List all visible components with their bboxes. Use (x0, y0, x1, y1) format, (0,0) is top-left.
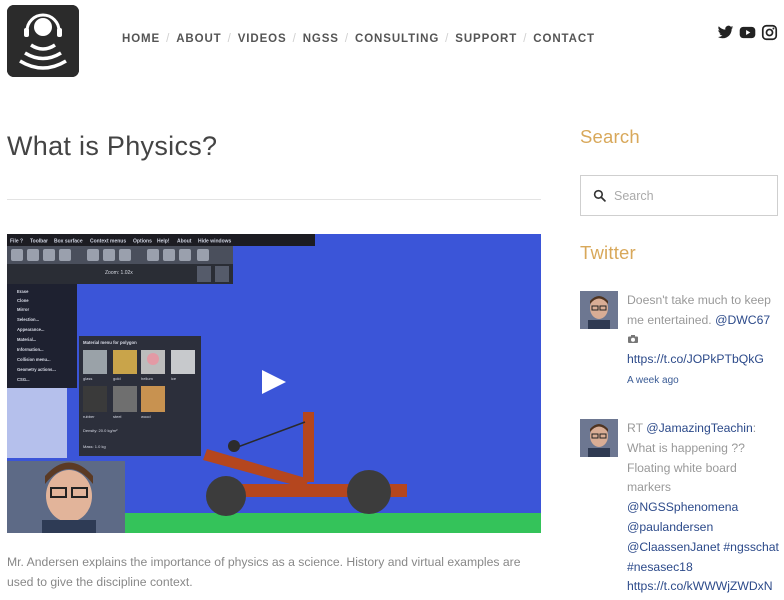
video-ctx-material: Material... (17, 337, 36, 342)
video-mass-readout: Mass: 1.0 kg (83, 444, 106, 449)
tweet-retweet-prefix: RT (627, 421, 647, 435)
video-density-readout: Density: 20.0 kg/m² (83, 428, 118, 433)
nav-ngss[interactable]: NGSS (303, 33, 339, 45)
search-icon (593, 189, 606, 202)
instagram-icon[interactable] (761, 24, 778, 41)
tweet-mention[interactable]: @paulandersen (627, 520, 713, 534)
avatar[interactable] (580, 419, 618, 457)
video-caption: Mr. Andersen explains the importance of … (7, 555, 521, 589)
video-swatch-ice: ice (171, 376, 177, 381)
nav-separator: / (227, 33, 232, 45)
video-menu-context: Context menus (90, 239, 126, 245)
video-thumbnail: File ? Toolbar Box surface Context menus… (7, 234, 541, 533)
nav-separator: / (292, 33, 297, 45)
avatar[interactable] (580, 291, 618, 329)
tweet-mention[interactable]: @JamazingTeachin (646, 421, 753, 435)
tweet-mention[interactable]: @ClaassenJanet (627, 540, 720, 554)
video-swatch-wood: wood (141, 414, 151, 419)
tweet-link[interactable]: https://t.co/JOPkPTbQkG (627, 352, 764, 366)
tweet-body: Doesn't take much to keep me entertained… (627, 291, 784, 391)
video-menu-toolbar: Toolbar (30, 239, 48, 245)
nav-consulting[interactable]: CONSULTING (355, 33, 439, 45)
video-ctx-collision: Collision menu... (17, 357, 51, 362)
tweet-hashtag[interactable]: #ngsschat (723, 540, 779, 554)
video-swatch-gold: gold (113, 376, 121, 381)
nav-contact[interactable]: CONTACT (533, 33, 595, 45)
main-nav: HOME / ABOUT / VIDEOS / NGSS / CONSULTIN… (122, 33, 595, 45)
video-ctx-geometry: Geometry actions... (17, 367, 56, 372)
tweet-mention[interactable]: @DWC67 (715, 313, 770, 327)
youtube-icon[interactable] (739, 24, 756, 41)
video-ctx-information: Information... (17, 347, 44, 352)
tweet-hashtag[interactable]: #nesasec18 (627, 560, 693, 574)
video-ctx-mirror: Mirror (17, 307, 29, 312)
search-box[interactable] (580, 175, 778, 216)
site-logo[interactable] (7, 5, 79, 77)
headphones-logo-icon (7, 5, 79, 77)
video-menu-box-surface: Box surface (54, 239, 83, 245)
search-heading: Search (580, 126, 640, 147)
tweet-body: RT @JamazingTeachin: What is happening ?… (627, 419, 784, 597)
nav-separator: / (445, 33, 450, 45)
video-menu-help: Help! (157, 239, 170, 245)
tweet-timestamp[interactable]: A week ago (627, 375, 679, 386)
nav-home[interactable]: HOME (122, 33, 160, 45)
video-ctx-erase: Erase (17, 289, 29, 294)
video-menu-about: About (177, 239, 192, 245)
nav-videos[interactable]: VIDEOS (238, 33, 287, 45)
nav-about[interactable]: ABOUT (176, 33, 221, 45)
twitter-heading: Twitter (580, 242, 636, 263)
video-material-title: Material menu for polygon (83, 340, 137, 345)
camera-icon (627, 333, 639, 347)
video-swatch-helium: helium (141, 376, 153, 381)
social-links (717, 24, 778, 41)
nav-separator: / (344, 33, 349, 45)
video-ctx-clone: Clone (17, 298, 29, 303)
video-menu-hide-windows: Hide windows (198, 239, 232, 245)
search-input[interactable] (614, 188, 764, 203)
video-menu-file: File ? (10, 239, 23, 245)
video-swatch-steel: steel (113, 414, 122, 419)
video-menu-options: Options (133, 239, 152, 245)
video-zoom-readout: Zoom: 1.02x (105, 270, 133, 276)
video-swatch-glass: glass (83, 376, 92, 381)
twitter-icon[interactable] (717, 24, 734, 41)
video-ctx-appearance: Appearance... (17, 327, 44, 332)
nav-support[interactable]: SUPPORT (455, 33, 517, 45)
tweet-mention[interactable]: @NGSSphenomena (627, 500, 738, 514)
video-swatch-rubber: rubber (83, 414, 95, 419)
video-player[interactable]: File ? Toolbar Box surface Context menus… (7, 234, 541, 533)
video-ctx-selection: Selection... (17, 317, 39, 322)
nav-separator: / (523, 33, 528, 45)
tweet-link[interactable]: https://t.co/kWWWjZWDxN (627, 579, 773, 593)
title-divider (7, 199, 541, 200)
video-ctx-csg: CSG... (17, 377, 30, 382)
page-title: What is Physics? (7, 131, 218, 161)
nav-separator: / (166, 33, 171, 45)
